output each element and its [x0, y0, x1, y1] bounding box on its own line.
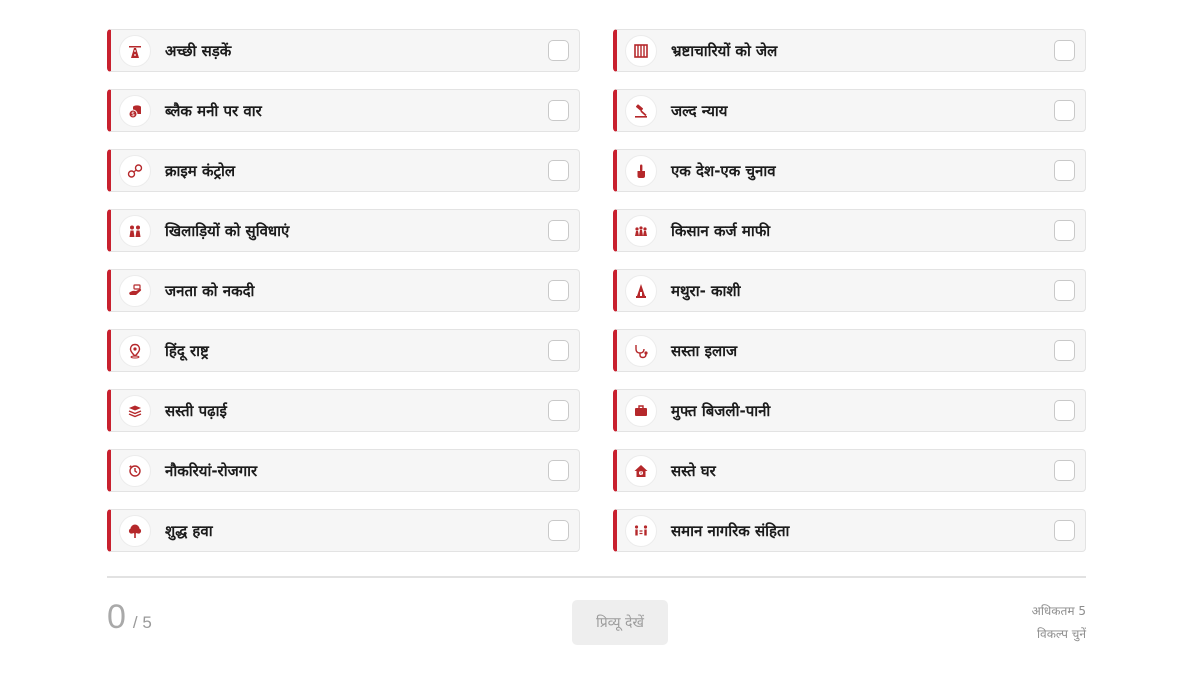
option-label: सस्ती पढ़ाई	[165, 401, 227, 420]
option-card[interactable]: हिंदू राष्ट्र	[107, 329, 580, 372]
option-label: अच्छी सड़कें	[165, 41, 232, 60]
location-pin-icon	[119, 334, 151, 367]
option-label: नौकरियां-रोजगार	[165, 461, 258, 480]
option-checkbox[interactable]	[1054, 160, 1075, 181]
voting-finger-icon	[625, 154, 657, 187]
option-checkbox[interactable]	[1054, 220, 1075, 241]
max-count: / 5	[132, 613, 152, 632]
coins-icon: $	[119, 94, 151, 127]
option-checkbox[interactable]	[548, 280, 569, 301]
option-checkbox[interactable]	[548, 460, 569, 481]
options-grid: अच्छी सड़कें भ्रष्टाचारियों को जेल $ ब्लैक …	[107, 29, 1086, 552]
option-card[interactable]: अच्छी सड़कें	[107, 29, 580, 72]
handcuffs-icon	[119, 154, 151, 187]
divider	[107, 576, 1086, 578]
tree-icon	[119, 514, 151, 547]
cash-hand-icon	[119, 274, 151, 307]
option-card[interactable]: एक देश-एक चुनाव	[613, 149, 1086, 192]
option-checkbox[interactable]	[548, 100, 569, 121]
option-checkbox[interactable]	[548, 40, 569, 61]
selected-count: 0	[107, 598, 126, 636]
option-label: क्राइम कंट्रोल	[165, 161, 236, 180]
option-card[interactable]: नौकरियां-रोजगार	[107, 449, 580, 492]
option-label: शुद्ध हवा	[165, 521, 213, 540]
option-card[interactable]: क्राइम कंट्रोल	[107, 149, 580, 192]
option-checkbox[interactable]	[1054, 40, 1075, 61]
temple-icon	[625, 274, 657, 307]
books-icon	[119, 394, 151, 427]
option-label: एक देश-एक चुनाव	[671, 161, 776, 180]
option-card[interactable]: जनता को नकदी	[107, 269, 580, 312]
road-icon	[119, 34, 151, 67]
option-checkbox[interactable]	[548, 520, 569, 541]
athletes-icon	[119, 214, 151, 247]
option-label: किसान कर्ज माफी	[671, 221, 771, 240]
people-equal-icon	[625, 514, 657, 547]
stethoscope-icon	[625, 334, 657, 367]
option-label: ब्लैक मनी पर वार	[165, 101, 262, 120]
option-checkbox[interactable]	[1054, 280, 1075, 301]
option-checkbox[interactable]	[1054, 340, 1075, 361]
selection-counter: 0 / 5	[107, 598, 152, 637]
option-card[interactable]: किसान कर्ज माफी	[613, 209, 1086, 252]
svg-text:₹: ₹	[640, 470, 643, 475]
option-label: हिंदू राष्ट्र	[165, 341, 209, 360]
house-icon: ₹	[625, 454, 657, 487]
option-card[interactable]: भ्रष्टाचारियों को जेल	[613, 29, 1086, 72]
hint-choose: विकल्प चुनें	[1036, 627, 1086, 641]
option-card[interactable]: मथुरा- काशी	[613, 269, 1086, 312]
option-label: मुफ्त बिजली-पानी	[671, 401, 771, 420]
option-checkbox[interactable]	[548, 400, 569, 421]
option-checkbox[interactable]	[1054, 460, 1075, 481]
employment-icon	[119, 454, 151, 487]
option-label: जल्द न्याय	[671, 101, 728, 120]
option-card[interactable]: शुद्ध हवा	[107, 509, 580, 552]
option-card[interactable]: ₹ सस्ते घर	[613, 449, 1086, 492]
option-label: जनता को नकदी	[165, 281, 255, 300]
option-checkbox[interactable]	[1054, 100, 1075, 121]
jail-icon	[625, 34, 657, 67]
option-checkbox[interactable]	[548, 160, 569, 181]
gavel-icon	[625, 94, 657, 127]
preview-button[interactable]: प्रिव्यू देखें	[572, 600, 668, 645]
option-card[interactable]: $ ब्लैक मनी पर वार	[107, 89, 580, 132]
option-checkbox[interactable]	[548, 220, 569, 241]
selection-hint: अधिकतम 5 विकल्प चुनें	[1032, 600, 1086, 646]
hint-max: अधिकतम 5	[1031, 604, 1086, 618]
option-card[interactable]: समान नागरिक संहिता	[613, 509, 1086, 552]
option-checkbox[interactable]	[1054, 520, 1075, 541]
option-checkbox[interactable]	[548, 340, 569, 361]
option-label: भ्रष्टाचारियों को जेल	[671, 41, 778, 60]
option-label: सस्ते घर	[671, 461, 716, 480]
option-label: खिलाड़ियों को सुविधाएं	[165, 221, 290, 240]
option-card[interactable]: मुफ्त बिजली-पानी	[613, 389, 1086, 432]
option-label: समान नागरिक संहिता	[671, 521, 790, 540]
svg-text:$: $	[131, 111, 135, 118]
option-checkbox[interactable]	[1054, 400, 1075, 421]
option-card[interactable]: सस्ती पढ़ाई	[107, 389, 580, 432]
option-label: सस्ता इलाज	[671, 341, 738, 360]
option-card[interactable]: जल्द न्याय	[613, 89, 1086, 132]
option-label: मथुरा- काशी	[671, 281, 741, 300]
toolbox-icon	[625, 394, 657, 427]
option-card[interactable]: खिलाड़ियों को सुविधाएं	[107, 209, 580, 252]
option-card[interactable]: सस्ता इलाज	[613, 329, 1086, 372]
farmers-icon	[625, 214, 657, 247]
